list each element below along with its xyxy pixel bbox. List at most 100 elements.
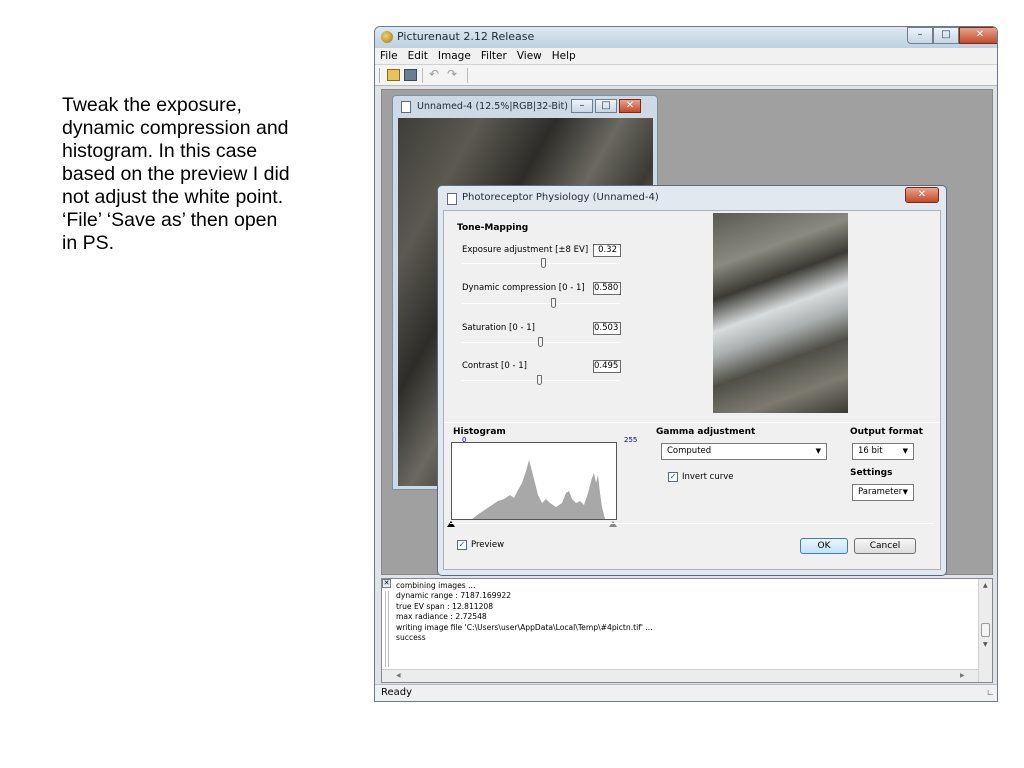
dynamic-compression-label: Dynamic compression [0 - 1] <box>462 283 585 293</box>
menu-bar: File Edit Image Filter View Help <box>375 48 997 65</box>
chevron-down-icon: ▼ <box>902 447 908 455</box>
saturation-slider-thumb[interactable] <box>538 337 543 347</box>
scroll-up-icon[interactable]: ▲ <box>983 582 988 589</box>
chevron-down-icon: ▼ <box>902 488 908 496</box>
output-format-heading: Output format <box>850 427 923 437</box>
exposure-slider-track[interactable] <box>462 258 620 268</box>
document-icon <box>401 101 411 113</box>
settings-heading: Settings <box>850 468 893 478</box>
toolbar-separator <box>467 68 468 83</box>
scroll-right-icon[interactable]: ▶ <box>960 672 965 679</box>
log-line: max radiance : 2.72548 <box>396 612 487 622</box>
preview-image <box>713 213 848 413</box>
histogram-heading: Histogram <box>453 427 506 437</box>
document-caption-buttons: – □ ✕ <box>571 99 641 113</box>
contrast-label: Contrast [0 - 1] <box>462 361 527 371</box>
exposure-slider-thumb[interactable] <box>541 258 547 268</box>
close-icon[interactable]: ✕ <box>382 579 391 588</box>
toolbar-grip <box>379 68 381 83</box>
slide-caption: Tweak the exposure, dynamic compression … <box>62 94 290 254</box>
chevron-down-icon: ▼ <box>815 447 821 455</box>
resize-grip-icon[interactable]: ∟ <box>986 689 994 699</box>
doc-minimize-icon[interactable]: – <box>571 99 593 113</box>
log-line: success <box>396 633 426 643</box>
dynamic-compression-slider-track[interactable] <box>462 298 620 308</box>
saturation-value[interactable]: 0.503 <box>593 322 621 335</box>
contrast-slider-track[interactable] <box>462 375 620 385</box>
log-line: dynamic range : 7187.169922 <box>396 591 512 601</box>
scroll-down-icon[interactable]: ▼ <box>983 641 988 648</box>
doc-maximize-icon[interactable]: □ <box>595 99 617 113</box>
title-bar: Picturenaut 2.12 Release – □ ✕ <box>375 27 997 48</box>
log-line: true EV span : 12.811208 <box>396 601 494 611</box>
menu-view[interactable]: View <box>512 48 547 64</box>
output-format-dropdown[interactable]: 16 bit ▼ <box>852 443 914 460</box>
histogram-max-label: 255 <box>624 436 638 444</box>
settings-selected: Parameter <box>858 487 903 497</box>
cancel-button[interactable]: Cancel <box>854 538 916 554</box>
invert-curve-label: Invert curve <box>682 472 734 482</box>
log-vertical-scrollbar[interactable]: ▲ ▼ <box>978 579 992 682</box>
exposure-value[interactable]: 0.32 <box>593 244 621 257</box>
exposure-label: Exposure adjustment [±8 EV] <box>462 245 589 255</box>
gamma-dropdown[interactable]: Computed ▼ <box>661 443 827 460</box>
menu-filter[interactable]: Filter <box>476 48 512 64</box>
close-icon[interactable]: ✕ <box>959 27 997 44</box>
caption-buttons: – □ ✕ <box>907 27 997 44</box>
log-text: combining images ... dynamic range : 718… <box>396 581 653 643</box>
menu-image[interactable]: Image <box>433 48 476 64</box>
status-text: Ready <box>381 687 413 698</box>
dialog-title: Photoreceptor Physiology (Unnamed-4) <box>462 192 659 203</box>
settings-dropdown[interactable]: Parameter ▼ <box>852 484 914 501</box>
scroll-thumb[interactable] <box>981 623 990 637</box>
divider <box>444 422 940 423</box>
undo-icon[interactable]: ↶ <box>429 68 442 81</box>
preview-label: Preview <box>471 540 505 550</box>
preview-checkbox[interactable]: ✓ <box>457 540 467 550</box>
log-line: writing image file 'C:\Users\user\AppDat… <box>396 622 653 632</box>
maximize-icon[interactable]: □ <box>933 27 959 44</box>
dialog-icon <box>447 193 457 205</box>
dialog-close-icon[interactable]: ✕ <box>905 187 939 203</box>
gamma-heading: Gamma adjustment <box>656 427 756 437</box>
log-grip <box>385 591 389 667</box>
black-point-marker-icon[interactable] <box>447 521 455 527</box>
document-title: Unnamed-4 (12.5%|RGB|32-Bit) * <box>417 101 576 112</box>
saturation-label: Saturation [0 - 1] <box>462 323 535 333</box>
ok-button[interactable]: OK <box>800 538 848 554</box>
workspace: Unnamed-4 (12.5%|RGB|32-Bit) * – □ ✕ Pho… <box>381 89 993 576</box>
contrast-slider-thumb[interactable] <box>537 375 543 385</box>
output-format-selected: 16 bit <box>858 446 883 456</box>
save-icon[interactable] <box>404 69 417 81</box>
contrast-value[interactable]: 0.495 <box>593 360 621 373</box>
menu-file[interactable]: File <box>375 48 403 64</box>
dynamic-compression-value[interactable]: 0.580 <box>593 282 621 295</box>
redo-icon[interactable]: ↷ <box>447 68 460 81</box>
dynamic-compression-slider-thumb[interactable] <box>550 298 556 308</box>
saturation-slider-track[interactable] <box>462 337 620 347</box>
menu-edit[interactable]: Edit <box>403 48 433 64</box>
log-horizontal-scrollbar[interactable]: ◀ ▶ <box>382 669 978 682</box>
log-line: combining images ... <box>396 581 476 590</box>
minimize-icon[interactable]: – <box>907 27 933 44</box>
histogram-plot <box>451 442 617 520</box>
toolbar-separator <box>422 68 423 83</box>
log-panel[interactable]: ✕ combining images ... dynamic range : 7… <box>381 578 993 683</box>
open-folder-icon[interactable] <box>387 69 400 81</box>
scroll-left-icon[interactable]: ◀ <box>396 672 401 679</box>
toolbar: ↶ ↷ <box>375 65 997 86</box>
photoreceptor-dialog: Photoreceptor Physiology (Unnamed-4) ✕ T… <box>437 185 947 576</box>
app-icon <box>381 31 393 43</box>
divider <box>450 523 934 524</box>
dialog-body: Tone-Mapping Exposure adjustment [±8 EV]… <box>443 210 941 570</box>
tone-mapping-heading: Tone-Mapping <box>457 223 529 233</box>
white-point-marker-icon[interactable] <box>609 521 617 527</box>
histogram-graph <box>452 460 616 519</box>
doc-close-icon[interactable]: ✕ <box>619 99 641 113</box>
menu-help[interactable]: Help <box>547 48 581 64</box>
picturenaut-window: Picturenaut 2.12 Release – □ ✕ File Edit… <box>374 26 998 702</box>
status-bar: Ready ∟ <box>375 684 997 701</box>
invert-curve-checkbox[interactable]: ✓ <box>668 472 678 482</box>
gamma-selected: Computed <box>667 446 712 456</box>
app-title: Picturenaut 2.12 Release <box>397 30 535 43</box>
